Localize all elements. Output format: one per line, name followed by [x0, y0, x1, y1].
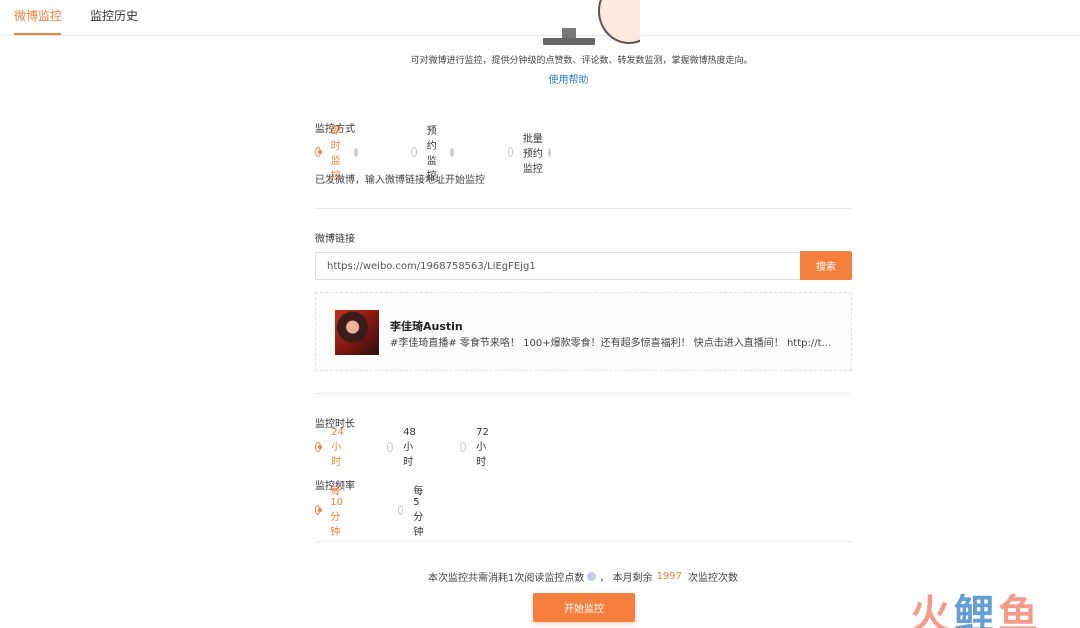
search-button[interactable]: 搜索 — [800, 251, 852, 280]
radio-unchecked-icon — [411, 147, 417, 157]
author-name: 李佳琦Austin — [390, 320, 463, 333]
mode-radio-scheduled[interactable]: 预约监控 — [411, 126, 455, 182]
start-monitor-button[interactable]: 开始监控 — [533, 593, 635, 622]
tab-weibo-monitor[interactable]: 微博监控 — [14, 7, 62, 24]
section-divider — [315, 208, 852, 209]
frequency-radio-10min[interactable]: 每10分钟 — [315, 486, 348, 538]
weibo-result-card[interactable]: 李佳琦Austin #李佳琦直播# 零食节来咯！ 100+爆款零食！还有超多惊喜… — [315, 292, 852, 371]
radio-checked-icon — [315, 442, 323, 452]
section-divider — [315, 393, 852, 394]
watermark-char: 鲤 — [954, 592, 998, 628]
help-question-icon[interactable] — [587, 572, 597, 581]
frequency-radio-5min[interactable]: 每5分钟 — [398, 486, 428, 538]
author-avatar — [335, 310, 379, 355]
radio-checked-icon — [315, 505, 323, 515]
cost-suffix: 次监控次数 — [688, 573, 739, 584]
watermark-logo: 火 鲤 鱼 — [910, 582, 1042, 628]
hero-description: 可对微博进行监控，提供分钟级的点赞数、评论数、转发数监测，掌握微博热度走向。 — [410, 56, 753, 66]
duration-radio-48h[interactable]: 48小时 — [387, 427, 420, 468]
duration-radio-24h[interactable]: 24小时 — [315, 427, 348, 468]
radio-unchecked-icon — [398, 505, 404, 515]
hero-illustration — [540, 0, 640, 48]
radio-checked-icon — [315, 147, 322, 157]
post-text: #李佳琦直播# 零食节来咯！ 100+爆款零食！还有超多惊喜福利！ 快点击进入直… — [390, 338, 832, 349]
help-question-icon[interactable] — [353, 147, 359, 157]
mode-radio-instant[interactable]: 即时监控 — [315, 126, 359, 182]
active-tab-indicator — [14, 33, 61, 35]
mode-hint: 已发微博，输入微博链接地址开始监控 — [315, 175, 485, 186]
cost-middle: ， 本月剩余 — [599, 573, 653, 584]
mode-option-label: 批量预约监控 — [522, 133, 543, 175]
help-question-icon[interactable] — [547, 147, 551, 157]
duration-option-label: 48小时 — [403, 426, 416, 468]
tab-monitor-history[interactable]: 监控历史 — [90, 7, 138, 24]
cost-prefix: 本次监控共需消耗1次阅读监控点数 — [428, 573, 585, 584]
watermark-char: 鱼 — [998, 592, 1042, 628]
section-divider — [315, 541, 852, 542]
radio-unchecked-icon — [460, 442, 467, 452]
watermark-char: 火 — [910, 592, 954, 628]
frequency-option-label: 每5分钟 — [413, 486, 424, 538]
duration-option-label: 24小时 — [331, 426, 344, 468]
radio-unchecked-icon — [387, 442, 394, 452]
link-label: 微博链接 — [315, 234, 355, 245]
mode-radio-batch-scheduled[interactable]: 批量预约监控 — [508, 134, 551, 175]
duration-radio-72h[interactable]: 72小时 — [460, 427, 493, 468]
help-question-icon[interactable] — [449, 147, 455, 157]
cost-summary: 本次监控共需消耗1次阅读监控点数 ， 本月剩余 1997 次监控次数 — [428, 569, 738, 584]
remaining-count: 1997 — [656, 571, 683, 582]
radio-unchecked-icon — [508, 147, 513, 157]
help-link[interactable]: 使用帮助 — [0, 71, 1080, 86]
frequency-option-label: 每10分钟 — [330, 486, 343, 538]
weibo-link-input[interactable] — [315, 252, 801, 280]
duration-option-label: 72小时 — [476, 426, 489, 468]
